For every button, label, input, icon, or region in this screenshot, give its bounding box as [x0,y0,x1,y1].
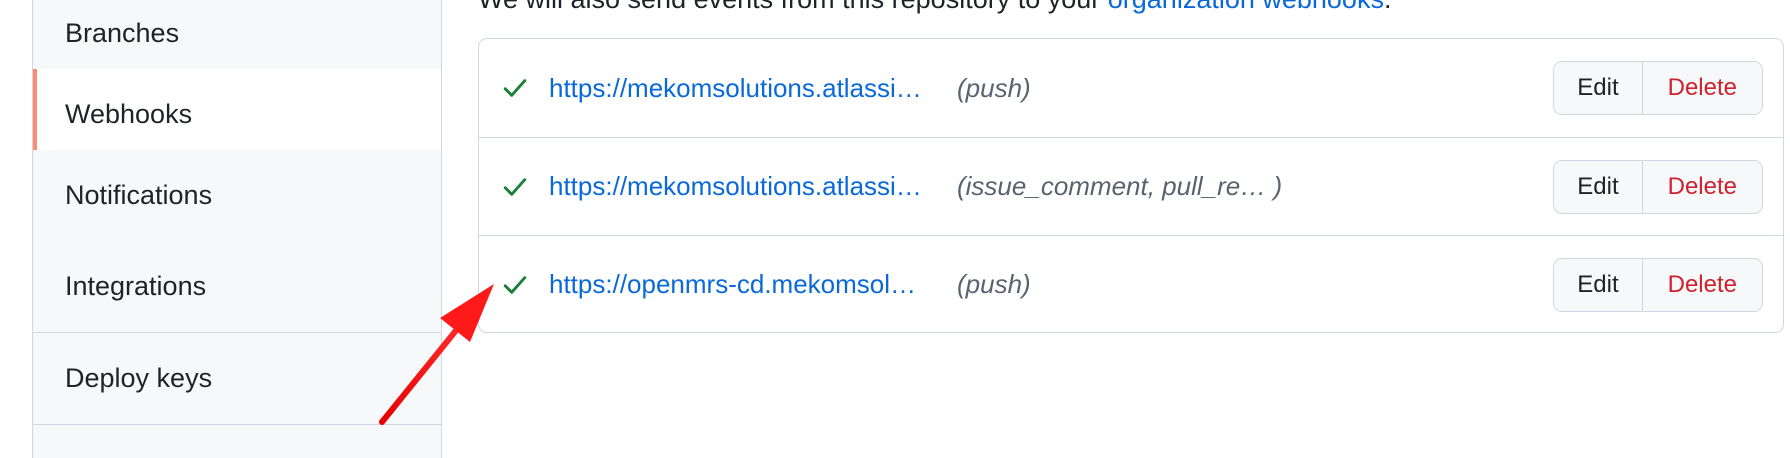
delete-webhook-button[interactable]: Delete [1642,258,1762,311]
webhooks-intro-text: We will also send events from this repos… [478,0,1391,15]
sidebar-item-label: Webhooks [65,99,193,129]
check-icon [501,271,529,299]
edit-webhook-button[interactable]: Edit [1554,62,1643,114]
edit-webhook-button[interactable]: Edit [1554,160,1643,213]
sidebar-item-notifications[interactable]: Notifications [33,150,441,242]
webhook-actions: Edit Delete [1553,257,1763,312]
webhook-row: https://openmrs-cd.mekomsol… (push) Edit… [479,235,1783,332]
webhook-events: (issue_comment, pull_re… ) [957,171,1283,201]
webhook-events: (push) [957,72,1031,103]
sidebar-item-label: Branches [65,18,180,48]
delete-webhook-button[interactable]: Delete [1642,160,1762,213]
sidebar-item-label: Deploy keys [65,363,213,393]
sidebar-item-webhooks[interactable]: Webhooks [33,69,441,161]
settings-page: Branches Webhooks Notifications Integrat… [0,0,1790,458]
intro-text: We will also send events from this repos… [478,0,1108,14]
sidebar-item-branches[interactable]: Branches [33,0,441,80]
webhook-url-link[interactable]: https://openmrs-cd.mekomsol… [549,269,916,300]
webhook-url-link[interactable]: https://mekomsolutions.atlassi… [549,171,922,202]
webhook-events: (push) [957,269,1031,299]
webhook-actions: Edit Delete [1553,159,1763,214]
organization-webhooks-link[interactable]: organization webhooks [1108,0,1384,14]
annotation-arrow-icon [379,284,494,425]
webhook-row: https://mekomsolutions.atlassi… (push) E… [479,39,1783,137]
edit-webhook-button[interactable]: Edit [1554,258,1643,311]
intro-suffix: . [1384,0,1392,14]
webhook-actions: Edit Delete [1553,61,1763,115]
webhook-url-link[interactable]: https://mekomsolutions.atlassi… [549,73,922,104]
sidebar-item-label: Notifications [65,180,213,210]
webhook-row: https://mekomsolutions.atlassi… (issue_c… [479,137,1783,235]
check-icon [501,74,529,102]
check-icon [501,173,529,201]
sidebar-item-label: Integrations [65,271,207,301]
webhooks-list: https://mekomsolutions.atlassi… (push) E… [478,38,1784,333]
delete-webhook-button[interactable]: Delete [1642,62,1762,114]
